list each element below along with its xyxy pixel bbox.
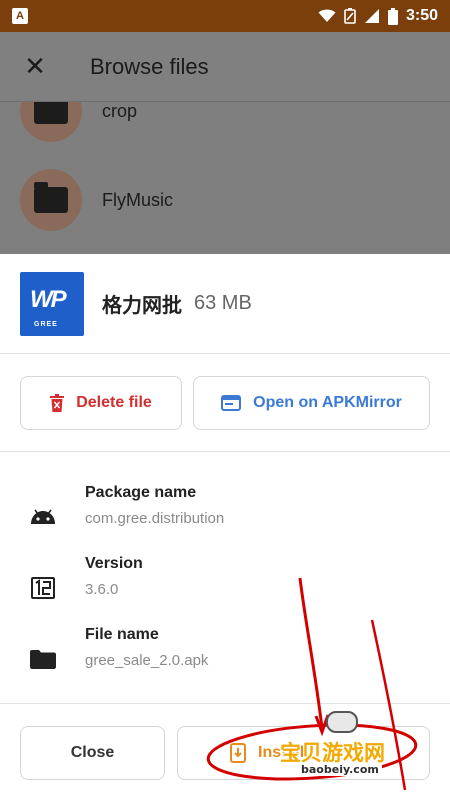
battery-saver-icon (344, 8, 356, 24)
signal-icon (364, 9, 379, 23)
detail-value: gree_sale_2.0.apk (85, 652, 209, 669)
gamepad-icon (326, 711, 358, 733)
browse-files-toolbar: ✕ Browse files (0, 32, 450, 102)
status-left: A (12, 8, 28, 24)
action-buttons: Delete file Open on APKMirror (0, 354, 450, 452)
detail-file-name: File name gree_sale_2.0.apk (0, 626, 450, 696)
watermark-domain: baobeiy.com (298, 763, 382, 776)
folder-name: crop (102, 100, 138, 121)
folder-icon (30, 646, 56, 672)
detail-version: Version 3.6.0 (0, 555, 450, 625)
folder-icon (34, 182, 68, 213)
version-icon (30, 575, 56, 601)
open-on-apkmirror-button[interactable]: Open on APKMirror (193, 376, 430, 430)
install-icon (230, 743, 246, 763)
detail-value: com.gree.distribution (85, 510, 225, 527)
close-button-label: Close (70, 744, 115, 761)
folder-icon-circle (20, 169, 82, 231)
list-item[interactable]: FlyMusic (0, 165, 450, 235)
detail-label: Package name (85, 484, 197, 501)
delete-file-button[interactable]: Delete file (20, 376, 182, 430)
delete-file-label: Delete file (76, 394, 152, 411)
trash-icon (50, 394, 65, 412)
folder-name: FlyMusic (102, 189, 173, 210)
detail-package-name: Package name com.gree.distribution (0, 484, 450, 554)
logo-text: WP (30, 285, 67, 313)
notification-icon: A (12, 8, 28, 24)
app-name: 格力网批 (102, 295, 182, 317)
file-details: Package name com.gree.distribution Versi… (0, 452, 450, 704)
battery-icon (387, 7, 398, 25)
detail-value: 3.6.0 (85, 581, 119, 598)
detail-label: Version (85, 555, 143, 572)
status-right: 3:50 (318, 7, 438, 25)
watermark: 宝贝游戏网 baobeiy.com (276, 705, 446, 785)
open-on-apkmirror-label: Open on APKMirror (253, 394, 402, 411)
wifi-icon (318, 9, 336, 22)
app-logo: WP GREE (20, 271, 84, 336)
browser-window-icon (221, 395, 242, 411)
close-button[interactable]: Close (20, 726, 165, 780)
close-icon[interactable]: ✕ (0, 51, 70, 82)
detail-label: File name (85, 626, 159, 643)
browse-files-screen: crop FlyMusic ✕ Browse files (0, 32, 450, 254)
status-bar: A 3:50 (0, 0, 450, 32)
android-icon (30, 504, 56, 530)
page-title: Browse files (90, 53, 209, 79)
status-time: 3:50 (405, 7, 438, 24)
app-header: WP GREE 格力网批 63 MB (0, 254, 450, 354)
app-size: 63 MB (194, 292, 252, 314)
logo-brand: GREE (34, 320, 58, 328)
